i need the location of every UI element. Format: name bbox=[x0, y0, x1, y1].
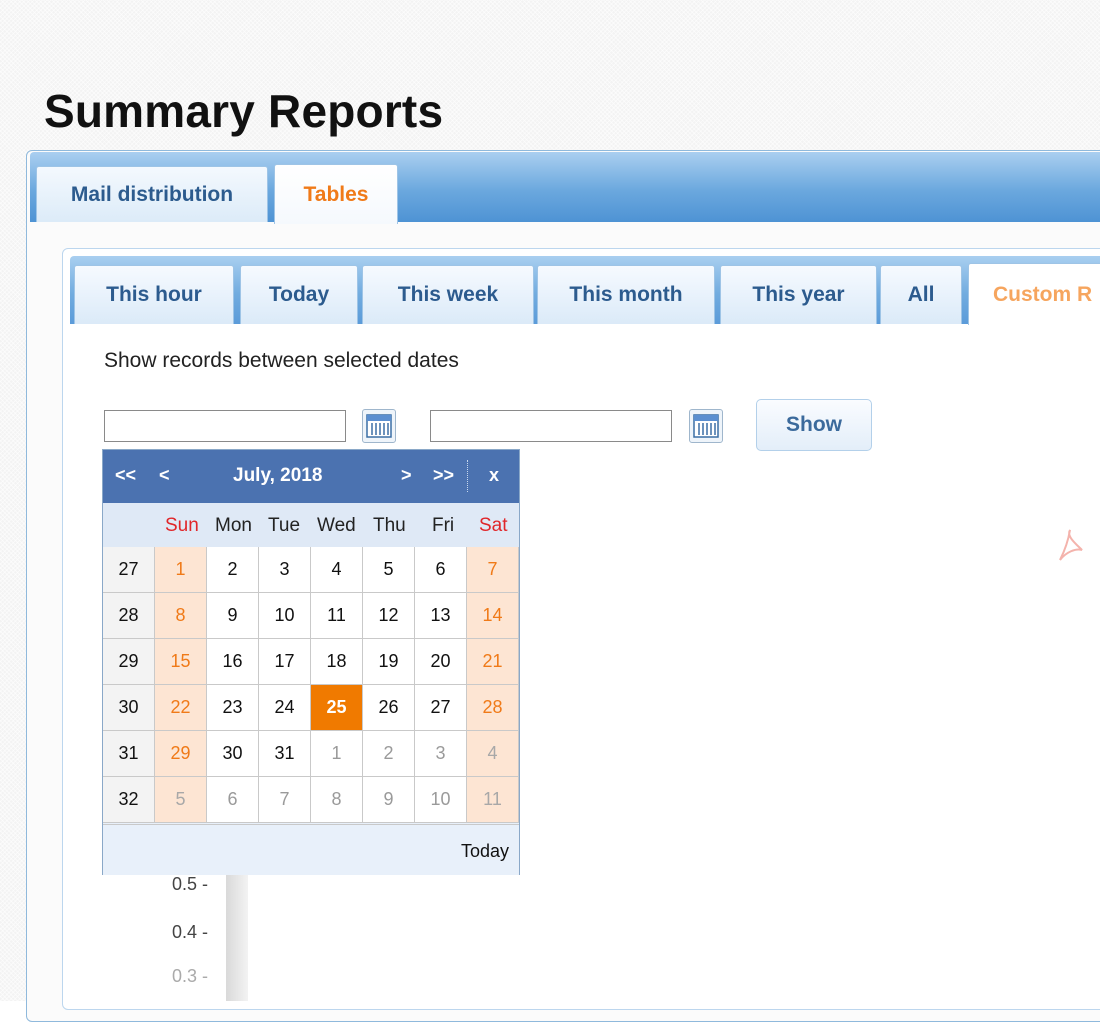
calendar-day[interactable]: 6 bbox=[207, 777, 259, 823]
tab-this-month[interactable]: This month bbox=[537, 265, 715, 324]
calendar-icon bbox=[693, 414, 719, 438]
calendar-day-selected[interactable]: 25 bbox=[311, 685, 363, 731]
start-calendar-button[interactable] bbox=[362, 409, 396, 443]
calendar-day[interactable]: 7 bbox=[259, 777, 311, 823]
pdf-export-icon[interactable] bbox=[1054, 526, 1088, 571]
calendar-day[interactable]: 7 bbox=[467, 547, 519, 593]
tab-this-year[interactable]: This year bbox=[720, 265, 877, 324]
calendar-day[interactable]: 2 bbox=[363, 731, 415, 777]
weekday-label: Tue bbox=[268, 515, 301, 536]
axis-tick-label: 0.5 - bbox=[172, 874, 209, 894]
calendar-header: << < July, 2018 > >> x bbox=[103, 450, 519, 503]
calendar-day[interactable]: 12 bbox=[363, 593, 415, 639]
axis-tick-label: 0.4 - bbox=[172, 922, 209, 942]
calendar-day[interactable]: 4 bbox=[311, 547, 363, 593]
today-button[interactable]: Today bbox=[461, 841, 509, 862]
calendar-day[interactable]: 6 bbox=[415, 547, 467, 593]
calendar-day[interactable]: 9 bbox=[207, 593, 259, 639]
calendar-day[interactable]: 8 bbox=[155, 593, 207, 639]
calendar-day[interactable]: 3 bbox=[259, 547, 311, 593]
axis-tick-label: 0.3 - bbox=[172, 966, 209, 986]
calendar-day[interactable]: 4 bbox=[467, 731, 519, 777]
weekday-label: Thu bbox=[373, 515, 406, 536]
tab-custom-range[interactable]: Custom R bbox=[968, 263, 1100, 325]
calendar-close-button[interactable]: x bbox=[489, 465, 499, 486]
start-date-input[interactable] bbox=[104, 410, 346, 442]
tab-mail-distribution[interactable]: Mail distribution bbox=[36, 166, 268, 222]
calendar-day[interactable]: 20 bbox=[415, 639, 467, 685]
end-date-input[interactable] bbox=[430, 410, 672, 442]
pdf-icon bbox=[1059, 529, 1083, 561]
week-number: 29 bbox=[103, 639, 155, 685]
calendar-footer: Today bbox=[103, 824, 519, 875]
calendar-day[interactable]: 15 bbox=[155, 639, 207, 685]
calendar-day[interactable]: 2 bbox=[207, 547, 259, 593]
calendar-day[interactable]: 21 bbox=[467, 639, 519, 685]
weekday-label: Fri bbox=[432, 515, 455, 536]
calendar-icon bbox=[366, 414, 392, 438]
calendar-day[interactable]: 16 bbox=[207, 639, 259, 685]
calendar-day[interactable]: 18 bbox=[311, 639, 363, 685]
calendar-day[interactable]: 23 bbox=[207, 685, 259, 731]
calendar-day[interactable]: 3 bbox=[415, 731, 467, 777]
next-month-button[interactable]: > bbox=[401, 465, 412, 486]
calendar-day[interactable]: 29 bbox=[155, 731, 207, 777]
header-divider bbox=[467, 460, 468, 492]
calendar-day[interactable]: 8 bbox=[311, 777, 363, 823]
calendar-day[interactable]: 9 bbox=[363, 777, 415, 823]
tab-today[interactable]: Today bbox=[240, 265, 358, 324]
records-label: Show records between selected dates bbox=[104, 349, 459, 372]
calendar-day[interactable]: 26 bbox=[363, 685, 415, 731]
calendar-day[interactable]: 1 bbox=[155, 547, 207, 593]
end-calendar-button[interactable] bbox=[689, 409, 723, 443]
calendar-day[interactable]: 19 bbox=[363, 639, 415, 685]
next-year-button[interactable]: >> bbox=[433, 465, 454, 486]
week-number: 30 bbox=[103, 685, 155, 731]
weekday-label: Mon bbox=[215, 515, 252, 536]
calendar-day[interactable]: 5 bbox=[363, 547, 415, 593]
calendar-day[interactable]: 30 bbox=[207, 731, 259, 777]
date-picker-popup: << < July, 2018 > >> x Sun Mon Tue Wed T… bbox=[102, 449, 520, 875]
weekday-label: Wed bbox=[317, 515, 356, 536]
tab-tables[interactable]: Tables bbox=[274, 164, 398, 224]
calendar-day[interactable]: 22 bbox=[155, 685, 207, 731]
calendar-day[interactable]: 5 bbox=[155, 777, 207, 823]
week-number: 31 bbox=[103, 731, 155, 777]
week-number: 32 bbox=[103, 777, 155, 823]
calendar-day[interactable]: 1 bbox=[311, 731, 363, 777]
calendar-day[interactable]: 10 bbox=[259, 593, 311, 639]
calendar-day[interactable]: 10 bbox=[415, 777, 467, 823]
week-number: 27 bbox=[103, 547, 155, 593]
calendar-day[interactable]: 11 bbox=[311, 593, 363, 639]
calendar-day[interactable]: 27 bbox=[415, 685, 467, 731]
tab-all[interactable]: All bbox=[880, 265, 962, 324]
week-number: 28 bbox=[103, 593, 155, 639]
calendar-day[interactable]: 11 bbox=[467, 777, 519, 823]
weekday-header-row: Sun Mon Tue Wed Thu Fri Sat bbox=[103, 503, 519, 548]
chart-bar bbox=[226, 870, 248, 1001]
calendar-day[interactable]: 24 bbox=[259, 685, 311, 731]
weekday-label: Sun bbox=[165, 515, 199, 536]
calendar-day[interactable]: 14 bbox=[467, 593, 519, 639]
calendar-day[interactable]: 17 bbox=[259, 639, 311, 685]
tab-this-week[interactable]: This week bbox=[362, 265, 534, 324]
show-button[interactable]: Show bbox=[756, 399, 872, 451]
prev-year-button[interactable]: << bbox=[115, 465, 136, 486]
calendar-month-title: July, 2018 bbox=[233, 465, 323, 486]
weekday-label: Sat bbox=[479, 515, 508, 536]
calendar-day[interactable]: 28 bbox=[467, 685, 519, 731]
calendar-day[interactable]: 31 bbox=[259, 731, 311, 777]
calendar-day[interactable]: 13 bbox=[415, 593, 467, 639]
page-title: Summary Reports bbox=[44, 85, 444, 137]
prev-month-button[interactable]: < bbox=[159, 465, 170, 486]
tab-this-hour[interactable]: This hour bbox=[74, 265, 234, 324]
